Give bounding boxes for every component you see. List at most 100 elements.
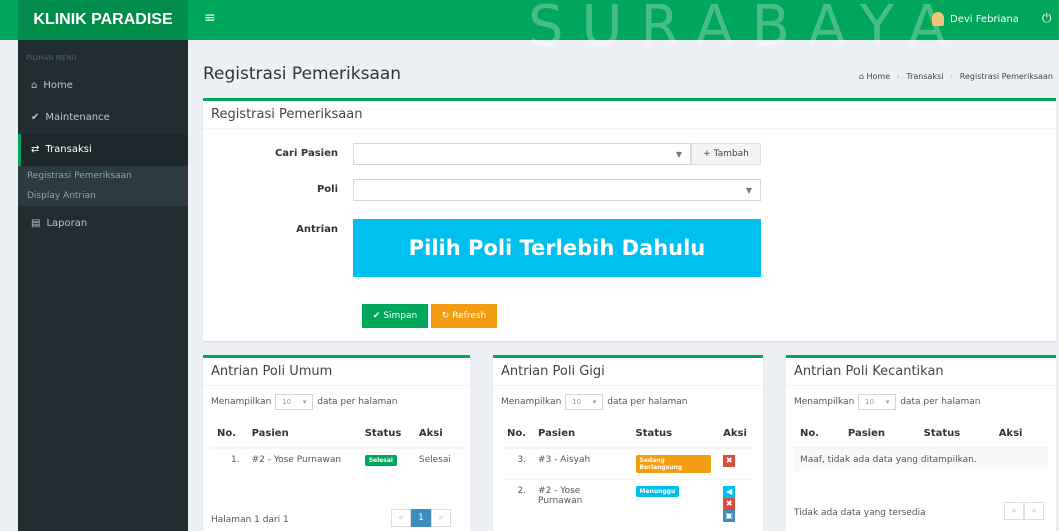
col-header-pasien: Pasien <box>841 420 918 449</box>
home-icon: ⌂ <box>31 80 38 91</box>
user-menu[interactable]: Devi Febriana <box>932 12 1019 26</box>
breadcrumb: ⌂ Home › Transaksi › Registrasi Pemeriks… <box>858 72 1053 81</box>
sidebar-item-transaksi[interactable]: ⇄ Transaksi <box>18 134 188 166</box>
sidebar-item-label: Maintenance <box>45 112 110 123</box>
close-icon[interactable]: ✖ <box>723 455 736 467</box>
page-size-value: 10 <box>282 398 292 406</box>
poli-select[interactable]: ▼ <box>353 179 761 201</box>
col-header-aksi: Aksi <box>992 420 1048 449</box>
sidebar-header: PILIHAN MENU <box>26 54 77 62</box>
simpan-label: Simpan <box>383 311 418 321</box>
home-icon: ⌂ <box>858 72 864 81</box>
check-icon: ✔ <box>31 112 40 123</box>
row-no: 3. <box>501 447 533 480</box>
show-prefix: Menampilkan <box>501 397 562 407</box>
check-icon: ✔ <box>372 311 381 321</box>
tambah-label: Tambah <box>713 149 749 159</box>
col-header-no: No. <box>501 420 533 449</box>
prev-page-button[interactable]: « <box>1004 502 1024 520</box>
menu-toggle-icon[interactable]: ≡ <box>204 10 216 26</box>
sidebar-item-label: Transaksi <box>45 144 92 155</box>
row-pasien: #2 - Yose Purnawan <box>245 447 359 472</box>
sidebar-item-laporan[interactable]: ▤ Laporan <box>18 208 188 240</box>
sidebar-subitem-display-antrian[interactable]: Display Antrian <box>18 186 188 206</box>
file-icon: ▤ <box>31 218 41 229</box>
breadcrumb-transaksi[interactable]: Transaksi <box>906 72 943 81</box>
sidebar-item-home[interactable]: ⌂ Home <box>18 70 188 102</box>
row-pasien: #3 - Aisyah <box>532 447 630 480</box>
table-row: Maaf, tidak ada data yang ditampilkan. <box>794 447 1048 471</box>
col-header-status: Status <box>358 420 413 449</box>
show-prefix: Menampilkan <box>794 397 855 407</box>
sidebar: PILIHAN MENU ⌂ Home ✔ Maintenance ⇄ Tran… <box>18 40 188 531</box>
pagination: « 1 » <box>391 509 451 527</box>
row-pasien: #2 - Yose Purnawan <box>532 479 630 528</box>
antrian-display: Pilih Poli Terlebih Dahulu <box>353 219 761 277</box>
panel-title: Antrian Poli Umum <box>203 358 470 386</box>
sidebar-subitem-registrasi[interactable]: Registrasi Pemeriksaan <box>18 166 188 186</box>
row-no: 1. <box>211 447 246 472</box>
refresh-button[interactable]: ↻ Refresh <box>431 304 497 328</box>
page-size-control: Menampilkan 10 ▾ data per halaman <box>786 394 1056 410</box>
page-button-current[interactable]: 1 <box>411 509 431 527</box>
status-badge: Selesai <box>364 455 397 466</box>
pagination-info: Tidak ada data yang tersedia <box>794 508 926 518</box>
breadcrumb-home[interactable]: Home <box>866 72 890 81</box>
panel-poli-gigi: Antrian Poli Gigi Menampilkan 10 ▾ data p… <box>493 355 763 531</box>
exchange-icon: ⇄ <box>31 144 40 155</box>
next-page-button[interactable]: » <box>1024 502 1044 520</box>
panel-poli-umum: Antrian Poli Umum Menampilkan 10 ▾ data p… <box>203 355 470 531</box>
status-badge: Menunggu <box>635 486 680 497</box>
chevron-down-icon: ▾ <box>592 398 597 406</box>
page-size-value: 10 <box>865 398 875 406</box>
show-suffix: data per halaman <box>317 397 398 407</box>
sidebar-item-maintenance[interactable]: ✔ Maintenance <box>18 102 188 134</box>
col-header-aksi: Aksi <box>717 420 755 449</box>
tambah-button[interactable]: + Tambah <box>691 143 761 165</box>
refresh-label: Refresh <box>452 311 487 321</box>
col-header-aksi: Aksi <box>412 420 462 449</box>
empty-message: Maaf, tidak ada data yang ditampilkan. <box>794 447 1048 471</box>
page-title: Registrasi Pemeriksaan <box>203 64 402 84</box>
user-avatar-icon <box>932 12 944 26</box>
page-size-select[interactable]: 10 ▾ <box>858 394 897 410</box>
simpan-button[interactable]: ✔ Simpan <box>362 304 428 328</box>
close-icon[interactable]: ✖ <box>723 498 736 510</box>
sidebar-item-label: Laporan <box>46 218 88 229</box>
logout-icon[interactable]: ⏻ <box>1042 11 1052 26</box>
chevron-down-icon: ▼ <box>745 186 752 195</box>
col-header-status: Status <box>629 420 718 449</box>
next-page-button[interactable]: » <box>431 509 451 527</box>
col-header-pasien: Pasien <box>532 420 630 449</box>
status-badge: Sedang Berlangsung <box>635 455 712 473</box>
refresh-icon: ↻ <box>441 311 450 321</box>
page-size-value: 10 <box>572 398 582 406</box>
queue-table: No. Pasien Status Aksi 1. #2 - Yose Purn… <box>211 420 462 472</box>
top-navbar: KLINIK PARADISE ≡ SURABAYA Devi Febriana… <box>0 0 1059 59</box>
call-sound-icon[interactable]: ◀ <box>723 486 736 498</box>
breadcrumb-current: Registrasi Pemeriksaan <box>959 72 1053 81</box>
print-icon[interactable]: ▣ <box>723 510 736 522</box>
page-size-control: Menampilkan 10 ▾ data per halaman <box>493 394 763 410</box>
watermark: SURABAYA <box>528 0 965 59</box>
table-row: 1. #2 - Yose Purnawan Selesai Selesai <box>211 447 462 472</box>
form-title: Registrasi Pemeriksaan <box>203 101 1056 129</box>
prev-page-button[interactable]: « <box>391 509 411 527</box>
row-no: 2. <box>501 479 533 528</box>
show-prefix: Menampilkan <box>211 397 272 407</box>
col-header-status: Status <box>917 420 993 449</box>
pagination: « » <box>1004 502 1044 520</box>
page-size-select[interactable]: 10 ▾ <box>565 394 604 410</box>
cari-pasien-label: Cari Pasien <box>274 148 338 159</box>
panel-title: Antrian Poli Kecantikan <box>786 358 1056 386</box>
app-logo[interactable]: KLINIK PARADISE <box>18 0 188 40</box>
queue-table: No. Pasien Status Aksi 3. #3 - Aisyah Se… <box>501 420 755 528</box>
chevron-down-icon: ▾ <box>302 398 307 406</box>
cari-pasien-select[interactable]: ▼ <box>353 143 691 165</box>
page-size-select[interactable]: 10 ▾ <box>275 394 314 410</box>
show-suffix: data per halaman <box>900 397 981 407</box>
pagination-info: Halaman 1 dari 1 <box>211 515 289 525</box>
show-suffix: data per halaman <box>607 397 688 407</box>
sidebar-item-label: Home <box>43 80 73 91</box>
panel-poli-kecantikan: Antrian Poli Kecantikan Menampilkan 10 ▾ … <box>786 355 1056 531</box>
